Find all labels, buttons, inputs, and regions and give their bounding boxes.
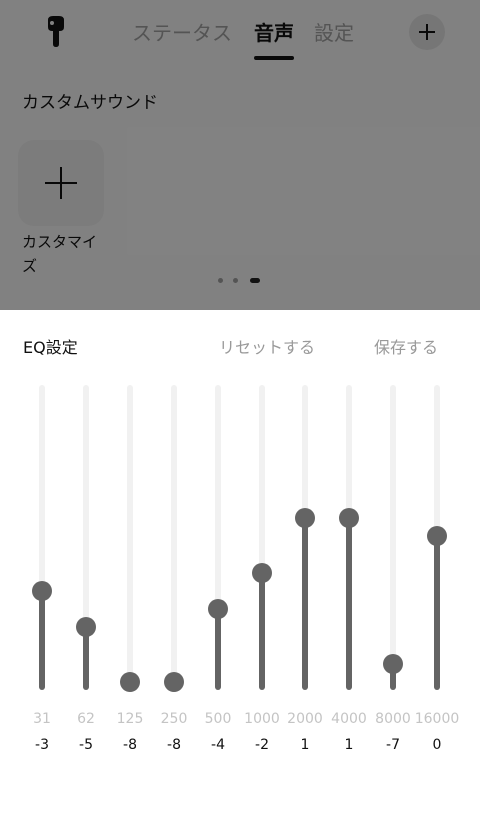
eq-slider-500[interactable] (205, 385, 231, 690)
eq-gain-value: -5 (79, 737, 93, 753)
eq-freq-label: 500 (204, 711, 232, 727)
slider-knob[interactable] (164, 672, 184, 692)
eq-slider-31[interactable] (29, 385, 55, 690)
slider-fill (259, 572, 265, 690)
reset-button[interactable]: リセットする (219, 334, 315, 358)
slider-fill (346, 518, 352, 690)
slider-knob[interactable] (120, 672, 140, 692)
eq-freq-label: 2000 (287, 711, 323, 727)
eq-freq-label: 125 (116, 711, 144, 727)
eq-slider-62[interactable] (73, 385, 99, 690)
eq-gain-value: 1 (300, 737, 310, 753)
eq-slider-16000[interactable] (424, 385, 450, 690)
eq-gain-value: -8 (123, 737, 137, 753)
eq-gain-value: -3 (35, 737, 49, 753)
slider-knob[interactable] (339, 508, 359, 528)
slider-track (127, 385, 133, 690)
eq-freq-label: 62 (77, 711, 95, 727)
eq-freq-label: 4000 (331, 711, 367, 727)
eq-gain-value: 1 (344, 737, 354, 753)
slider-fill (39, 590, 45, 690)
eq-slider-8000[interactable] (380, 385, 406, 690)
slider-fill (215, 609, 221, 690)
slider-knob[interactable] (32, 580, 52, 601)
eq-gain-value: -4 (211, 737, 225, 753)
eq-title: EQ設定 (23, 338, 78, 357)
eq-slider-4000[interactable] (336, 385, 362, 690)
eq-slider-125[interactable] (117, 385, 143, 692)
eq-slider-1000[interactable] (249, 385, 275, 690)
slider-knob[interactable] (208, 599, 228, 620)
slider-fill (302, 518, 308, 690)
eq-slider-2000[interactable] (292, 385, 318, 690)
eq-slider-250[interactable] (161, 385, 187, 692)
slider-track (171, 385, 177, 690)
slider-knob[interactable] (295, 508, 315, 528)
save-button[interactable]: 保存する (374, 334, 438, 358)
slider-knob[interactable] (252, 562, 272, 583)
eq-freq-label: 16000 (414, 711, 460, 727)
eq-gain-value: -8 (167, 737, 181, 753)
slider-knob[interactable] (383, 653, 403, 674)
eq-gain-value: -7 (386, 737, 400, 753)
eq-freq-label: 250 (160, 711, 188, 727)
slider-knob[interactable] (76, 617, 96, 638)
slider-track (390, 385, 396, 690)
dim-overlay[interactable] (0, 0, 480, 310)
eq-gain-value: 0 (432, 737, 442, 753)
eq-freq-label: 8000 (375, 711, 411, 727)
slider-fill (434, 536, 440, 690)
slider-knob[interactable] (427, 526, 447, 547)
eq-freq-label: 31 (33, 711, 51, 727)
